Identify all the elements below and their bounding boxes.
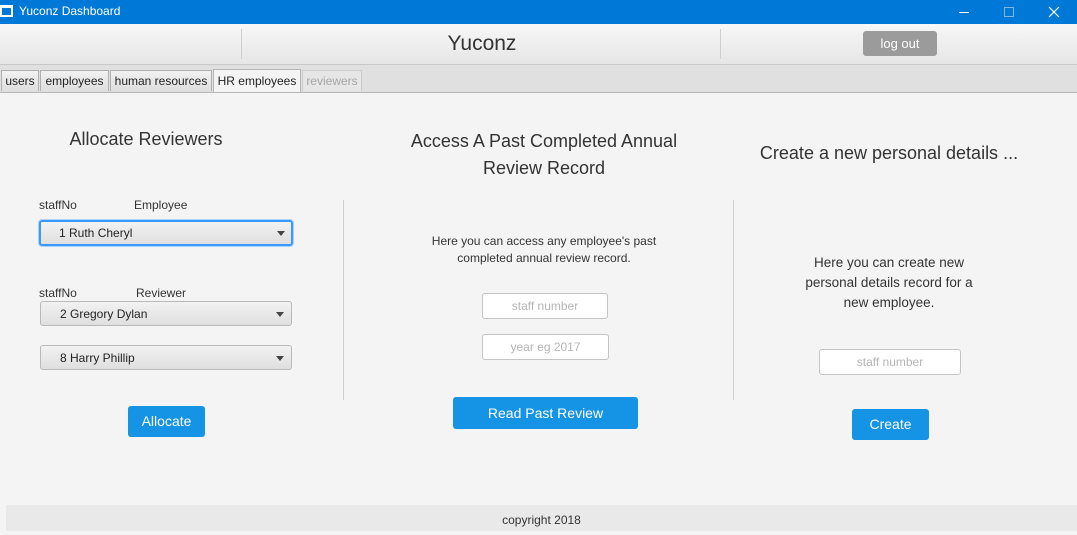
minimize-button[interactable]: [942, 0, 988, 24]
past-review-year-field[interactable]: [482, 334, 609, 360]
tab-users[interactable]: users: [1, 70, 39, 91]
tab-human-resources[interactable]: human resources: [110, 70, 212, 91]
tab-hr-employees[interactable]: HR employees: [213, 69, 301, 92]
past-review-heading-line1: Access A Past Completed Annual: [410, 131, 678, 151]
employee-label: Employee: [134, 198, 188, 212]
footer: copyright 2018: [6, 505, 1077, 531]
create-details-heading: Create a new personal details ...: [759, 143, 1019, 163]
create-details-desc-line2: personal details record for a: [805, 275, 973, 290]
employee-select-value: 1 Ruth Cheryl: [59, 226, 133, 240]
header-divider: [720, 29, 721, 59]
past-review-heading-line2: Review Record: [482, 158, 606, 178]
read-past-review-button[interactable]: Read Past Review: [453, 397, 638, 429]
logout-button[interactable]: log out: [863, 31, 937, 56]
column-divider: [343, 200, 344, 400]
allocate-heading: Allocate Reviewers: [69, 129, 223, 149]
past-review-desc-line2: completed annual review record.: [457, 251, 631, 265]
maximize-icon: [1004, 7, 1014, 17]
create-details-description: Here you can create new personal details…: [734, 253, 1044, 313]
brand-title: Yuconz: [447, 32, 517, 55]
close-icon: [1048, 6, 1060, 18]
allocate-button[interactable]: Allocate: [128, 406, 205, 437]
past-review-heading: Access A Past Completed Annual Review Re…: [344, 128, 744, 182]
create-details-desc-line1: Here you can create new: [813, 255, 965, 270]
tab-reviewers: reviewers: [302, 70, 362, 91]
past-review-staff-input[interactable]: [483, 294, 607, 318]
reviewer-select-2[interactable]: 8 Harry Phillip: [40, 345, 292, 370]
app-header: Yuconz log out: [0, 24, 1077, 65]
create-details-staff-input[interactable]: [820, 350, 960, 374]
copyright-text: copyright 2018: [502, 513, 581, 527]
header-divider: [241, 29, 242, 59]
reviewer-staffno-label: staffNo: [39, 286, 77, 300]
employee-staffno-label: staffNo: [39, 198, 77, 212]
create-details-desc-line3: new employee.: [843, 295, 935, 310]
reviewer-label: Reviewer: [136, 286, 187, 300]
chevron-down-icon: [277, 231, 285, 236]
past-review-year-input[interactable]: [483, 335, 608, 359]
create-details-staff-field[interactable]: [819, 349, 961, 375]
window-title: Yuconz Dashboard: [19, 4, 121, 18]
close-button[interactable]: [1032, 0, 1077, 24]
past-review-desc-line1: Here you can access any employee's past: [431, 234, 657, 248]
maximize-button[interactable]: [987, 0, 1033, 24]
tab-employees[interactable]: employees: [40, 70, 109, 91]
employee-select[interactable]: 1 Ruth Cheryl: [39, 220, 293, 246]
reviewer-select-1[interactable]: 2 Gregory Dylan: [40, 301, 292, 326]
chevron-down-icon: [276, 356, 284, 361]
create-button[interactable]: Create: [852, 409, 929, 440]
chevron-down-icon: [276, 312, 284, 317]
past-review-staff-field[interactable]: [482, 293, 608, 319]
window-titlebar: Yuconz Dashboard: [0, 0, 1077, 24]
minimize-icon: [959, 12, 969, 13]
past-review-description: Here you can access any employee's past …: [344, 233, 744, 267]
reviewer-select-1-value: 2 Gregory Dylan: [60, 307, 148, 321]
tab-bar: users employees human resources HR emplo…: [0, 65, 1077, 93]
reviewer-select-2-value: 8 Harry Phillip: [60, 351, 135, 365]
app-window-icon: [0, 5, 13, 17]
